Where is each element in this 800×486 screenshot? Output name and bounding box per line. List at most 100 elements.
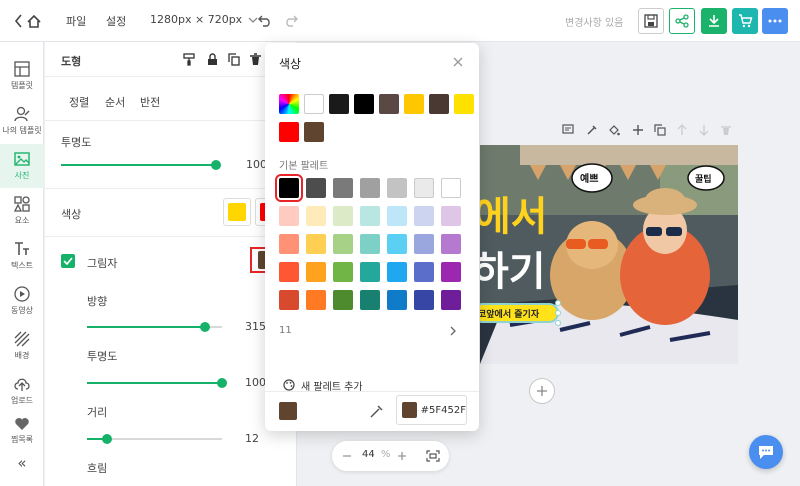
comment-icon[interactable] — [562, 124, 574, 136]
palette-next-button[interactable] — [447, 324, 459, 338]
palette-color-swatch[interactable] — [279, 206, 299, 226]
trash-icon[interactable] — [720, 124, 732, 136]
collapse-sidebar-button[interactable]: « — [10, 452, 34, 474]
cart-button[interactable] — [732, 8, 758, 34]
recent-color-swatch[interactable] — [429, 94, 449, 114]
eyedropper-button[interactable] — [369, 403, 385, 419]
distance-slider-handle[interactable] — [102, 434, 112, 444]
opacity-slider-handle[interactable] — [211, 160, 221, 170]
save-button[interactable] — [638, 8, 664, 34]
canvas-size-dropdown[interactable]: 1280px × 720px — [150, 13, 258, 26]
opacity-slider-fill — [61, 164, 216, 166]
add-page-button[interactable] — [529, 378, 555, 404]
palette-color-swatch[interactable] — [441, 206, 461, 226]
palette-color-swatch[interactable] — [387, 234, 407, 254]
duplicate-button[interactable] — [227, 52, 241, 66]
palette-color-swatch[interactable] — [441, 234, 461, 254]
palette-color-swatch[interactable] — [333, 290, 353, 310]
palette-color-swatch[interactable] — [387, 290, 407, 310]
copy-icon[interactable] — [654, 124, 666, 136]
tab-flip[interactable]: 반전 — [140, 94, 160, 110]
palette-color-swatch[interactable] — [279, 290, 299, 310]
recent-color-swatch[interactable] — [454, 94, 474, 114]
palette-color-swatch[interactable] — [387, 262, 407, 282]
zoom-out-button[interactable] — [340, 449, 354, 463]
sidebar-item-template[interactable]: 템플릿 — [0, 54, 44, 98]
settings-menu[interactable]: 설정 — [106, 13, 126, 29]
palette-color-swatch[interactable] — [360, 234, 380, 254]
color-swatch-yellow-button[interactable] — [223, 198, 251, 226]
zoom-value-display[interactable]: 44 % — [362, 449, 390, 460]
recent-color-swatch[interactable] — [304, 122, 324, 142]
hex-input[interactable]: #5F452F — [396, 395, 467, 425]
palette-color-swatch-selected[interactable] — [275, 174, 303, 202]
palette-color-swatch[interactable] — [279, 262, 299, 282]
palette-color-swatch[interactable] — [306, 290, 326, 310]
arrow-down-icon[interactable] — [698, 124, 710, 136]
palette-color-swatch[interactable] — [279, 234, 299, 254]
recent-color-swatch[interactable] — [379, 94, 399, 114]
fill-bucket-icon[interactable] — [608, 124, 620, 136]
palette-color-swatch[interactable] — [414, 178, 434, 198]
recent-color-swatch[interactable] — [304, 94, 324, 114]
download-button[interactable] — [701, 8, 727, 34]
direction-slider-handle[interactable] — [200, 322, 210, 332]
design-canvas[interactable]: 에서 하기 예쁘 꿀팁 코앞에서 즐기자 — [480, 145, 738, 364]
palette-color-swatch[interactable] — [360, 262, 380, 282]
palette-color-swatch[interactable] — [333, 234, 353, 254]
palette-color-swatch[interactable] — [333, 262, 353, 282]
sidebar-item-video[interactable]: 동영상 — [0, 279, 44, 323]
palette-color-swatch[interactable] — [414, 206, 434, 226]
close-popup-button[interactable] — [451, 55, 465, 69]
share-button[interactable] — [669, 8, 695, 34]
tab-order[interactable]: 순서 — [105, 94, 125, 110]
palette-color-swatch[interactable] — [441, 262, 461, 282]
palette-color-swatch[interactable] — [360, 290, 380, 310]
sidebar-item-photo[interactable]: 사진 — [0, 144, 44, 188]
palette-color-swatch[interactable] — [306, 178, 326, 198]
palette-color-swatch[interactable] — [360, 178, 380, 198]
format-painter-button[interactable] — [182, 52, 196, 66]
palette-color-swatch[interactable] — [414, 262, 434, 282]
palette-color-swatch[interactable] — [387, 206, 407, 226]
palette-color-swatch[interactable] — [414, 234, 434, 254]
arrow-up-icon[interactable] — [676, 124, 688, 136]
sidebar-item-upload[interactable]: 업로드 — [0, 369, 44, 413]
delete-button[interactable] — [248, 52, 262, 66]
redo-button[interactable] — [282, 12, 300, 30]
palette-color-swatch[interactable] — [306, 206, 326, 226]
shadow-opacity-slider-handle[interactable] — [217, 378, 227, 388]
file-menu[interactable]: 파일 — [66, 13, 86, 29]
sidebar-item-my-template[interactable]: 나의 템플릿 — [0, 99, 44, 143]
plus-icon[interactable] — [632, 124, 644, 136]
palette-color-swatch[interactable] — [333, 206, 353, 226]
zoom-in-button[interactable] — [395, 449, 409, 463]
chat-support-button[interactable] — [749, 435, 783, 469]
palette-color-swatch[interactable] — [360, 206, 380, 226]
recent-color-swatch[interactable] — [279, 122, 299, 142]
palette-color-swatch[interactable] — [441, 178, 461, 198]
tab-align[interactable]: 정렬 — [69, 94, 89, 110]
recent-color-swatch[interactable] — [404, 94, 424, 114]
palette-color-swatch[interactable] — [333, 178, 353, 198]
palette-color-swatch[interactable] — [441, 290, 461, 310]
palette-color-swatch[interactable] — [387, 178, 407, 198]
sidebar-item-elements[interactable]: 요소 — [0, 189, 44, 233]
eyedropper-tool-icon[interactable] — [586, 124, 598, 136]
sidebar-item-text[interactable]: 텍스트 — [0, 234, 44, 278]
lock-button[interactable] — [205, 52, 219, 66]
palette-color-swatch[interactable] — [306, 234, 326, 254]
back-home-button[interactable] — [12, 11, 46, 31]
palette-color-swatch[interactable] — [414, 290, 434, 310]
add-palette-button[interactable]: 새 팔레트 추가 — [283, 378, 363, 392]
rainbow-color-swatch[interactable] — [279, 94, 299, 114]
more-button[interactable] — [762, 8, 788, 34]
recent-color-swatch[interactable] — [354, 94, 374, 114]
sidebar-item-background[interactable]: 배경 — [0, 324, 44, 368]
sidebar-item-wishlist[interactable]: 찜목록 — [0, 414, 44, 448]
fit-screen-button[interactable] — [425, 448, 441, 464]
undo-button[interactable] — [256, 12, 274, 30]
shadow-checkbox[interactable] — [61, 254, 75, 268]
recent-color-swatch[interactable] — [329, 94, 349, 114]
palette-color-swatch[interactable] — [306, 262, 326, 282]
